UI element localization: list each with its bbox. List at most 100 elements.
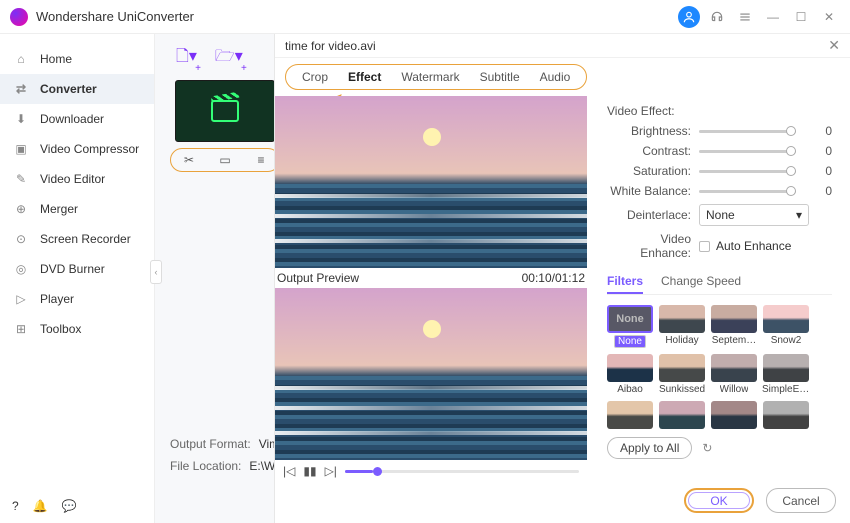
modal-filename: time for video.avi (285, 39, 376, 53)
saturation-value: 0 (806, 164, 832, 178)
subtab-filters[interactable]: Filters (607, 270, 643, 294)
filter-willow[interactable]: Willow (711, 354, 757, 395)
maximize-button[interactable]: ☐ (790, 6, 812, 28)
file-location-row: File Location: E:\Won (170, 459, 289, 473)
crop-tool[interactable]: ▭ (207, 149, 243, 171)
preview-label: Output Preview (277, 271, 359, 285)
filter-extra-1[interactable] (607, 401, 653, 429)
sidebar-item-label: Video Editor (40, 172, 105, 186)
filter-september[interactable]: Septem… (711, 305, 757, 348)
prev-button[interactable]: |◁ (283, 464, 295, 478)
ok-button[interactable]: OK (684, 488, 754, 513)
add-folder-icon[interactable]: 🗁+▾ (215, 45, 243, 72)
subtabs: Filters Change Speed (607, 270, 832, 295)
sidebar-item-converter[interactable]: ⇄ Converter (0, 74, 154, 104)
app-title: Wondershare UniConverter (36, 9, 194, 24)
chat-icon[interactable]: 💬 (62, 499, 77, 513)
tab-subtitle[interactable]: Subtitle (478, 69, 522, 85)
tab-watermark[interactable]: Watermark (399, 69, 461, 85)
sidebar-item-home[interactable]: ⌂ Home (0, 44, 154, 74)
original-preview (275, 96, 587, 268)
effect-modal: time for video.avi ✕ Crop Effect Waterma… (274, 34, 850, 523)
collapse-sidebar-button[interactable]: ‹ (150, 260, 162, 284)
filter-extra-2[interactable] (659, 401, 705, 429)
player-icon: ▷ (12, 290, 30, 308)
sidebar-item-label: Player (40, 292, 74, 306)
sidebar-item-editor[interactable]: ✎Video Editor (0, 164, 154, 194)
account-icon[interactable] (678, 6, 700, 28)
white-balance-slider[interactable] (699, 190, 796, 193)
sidebar-item-player[interactable]: ▷ Player (0, 284, 154, 314)
sidebar-item-label: Converter (40, 82, 97, 96)
apply-to-all-button[interactable]: Apply to All (607, 437, 692, 459)
converter-icon: ⇄ (12, 80, 30, 98)
auto-enhance-text: Auto Enhance (716, 239, 791, 253)
filter-aibao[interactable]: Aibao (607, 354, 653, 395)
brightness-label: Brightness: (607, 124, 691, 138)
tab-crop[interactable]: Crop (300, 69, 330, 85)
thumbnail-tools: ✂ ▭ ≡ (170, 148, 280, 172)
auto-enhance-checkbox[interactable] (699, 241, 710, 252)
sidebar-item-label: DVD Burner (40, 262, 105, 276)
progress-bar[interactable] (345, 470, 579, 473)
next-button[interactable]: ▷| (325, 464, 337, 478)
subtab-change-speed[interactable]: Change Speed (661, 270, 741, 294)
deinterlace-select[interactable]: None▾ (699, 204, 809, 226)
video-effect-heading: Video Effect: (607, 104, 832, 118)
add-file-icon[interactable]: 🗋+▾ (176, 45, 197, 72)
sidebar-item-toolbox[interactable]: ⊞ Toolbox (0, 314, 154, 344)
brightness-slider[interactable] (699, 130, 796, 133)
editor-tabs: Crop Effect Watermark Subtitle Audio (285, 64, 587, 90)
menu-icon[interactable] (734, 6, 756, 28)
cut-tool[interactable]: ✂ (171, 149, 207, 171)
filter-none[interactable]: NoneNone (607, 305, 653, 348)
sidebar-item-downloader[interactable]: ⬇Downloader (0, 104, 154, 134)
sidebar-item-compressor[interactable]: ▣Video Compressor (0, 134, 154, 164)
modal-header: time for video.avi ✕ (275, 34, 850, 58)
toolbox-icon: ⊞ (12, 320, 30, 338)
preview-column: Output Preview 00:10/01:12 |◁ ▮▮ ▷| (275, 96, 587, 482)
support-icon[interactable] (706, 6, 728, 28)
output-preview (275, 288, 587, 460)
contrast-value: 0 (806, 144, 832, 158)
recorder-icon: ⊙ (12, 230, 30, 248)
filter-extra-3[interactable] (711, 401, 757, 429)
file-location-label: File Location: (170, 459, 241, 473)
sidebar-item-label: Merger (40, 202, 78, 216)
sidebar-bottom: ? 🔔 💬 (0, 489, 154, 523)
filter-simpleel[interactable]: SimpleEl… (763, 354, 809, 395)
sidebar-item-label: Home (40, 52, 72, 66)
sidebar-item-dvd[interactable]: ◎DVD Burner (0, 254, 154, 284)
preview-time: 00:10/01:12 (522, 271, 585, 285)
saturation-slider[interactable] (699, 170, 796, 173)
sidebar: ⌂ Home ⇄ Converter ⬇Downloader ▣Video Comp… (0, 34, 155, 523)
filter-grid: NoneNone Holiday Septem… Snow2 Aibao Sun… (607, 305, 832, 429)
contrast-slider[interactable] (699, 150, 796, 153)
cancel-button[interactable]: Cancel (766, 488, 836, 513)
filter-snow2[interactable]: Snow2 (763, 305, 809, 348)
filter-extra-4[interactable] (763, 401, 809, 429)
filter-holiday[interactable]: Holiday (659, 305, 705, 348)
sidebar-item-label: Screen Recorder (40, 232, 131, 246)
bell-icon[interactable]: 🔔 (33, 499, 48, 513)
saturation-label: Saturation: (607, 164, 691, 178)
home-icon: ⌂ (12, 50, 30, 68)
close-button[interactable]: ✕ (818, 6, 840, 28)
video-thumbnail[interactable] (175, 80, 275, 142)
reset-button[interactable]: ↻ (702, 441, 712, 455)
help-icon[interactable]: ? (12, 499, 19, 513)
pause-button[interactable]: ▮▮ (303, 464, 316, 478)
sidebar-item-merger[interactable]: ⊕Merger (0, 194, 154, 224)
sidebar-item-label: Downloader (40, 112, 104, 126)
modal-footer: OK Cancel (684, 488, 836, 513)
sidebar-item-label: Toolbox (40, 322, 81, 336)
white-balance-value: 0 (806, 184, 832, 198)
tab-effect[interactable]: Effect (346, 69, 383, 85)
tab-audio[interactable]: Audio (538, 69, 573, 85)
enhance-label: Video Enhance: (607, 232, 691, 260)
modal-close-button[interactable]: ✕ (828, 37, 840, 54)
filter-sunkissed[interactable]: Sunkissed (659, 354, 705, 395)
minimize-button[interactable]: — (762, 6, 784, 28)
sidebar-item-recorder[interactable]: ⊙ Screen Recorder (0, 224, 154, 254)
deinterlace-label: Deinterlace: (607, 208, 691, 222)
